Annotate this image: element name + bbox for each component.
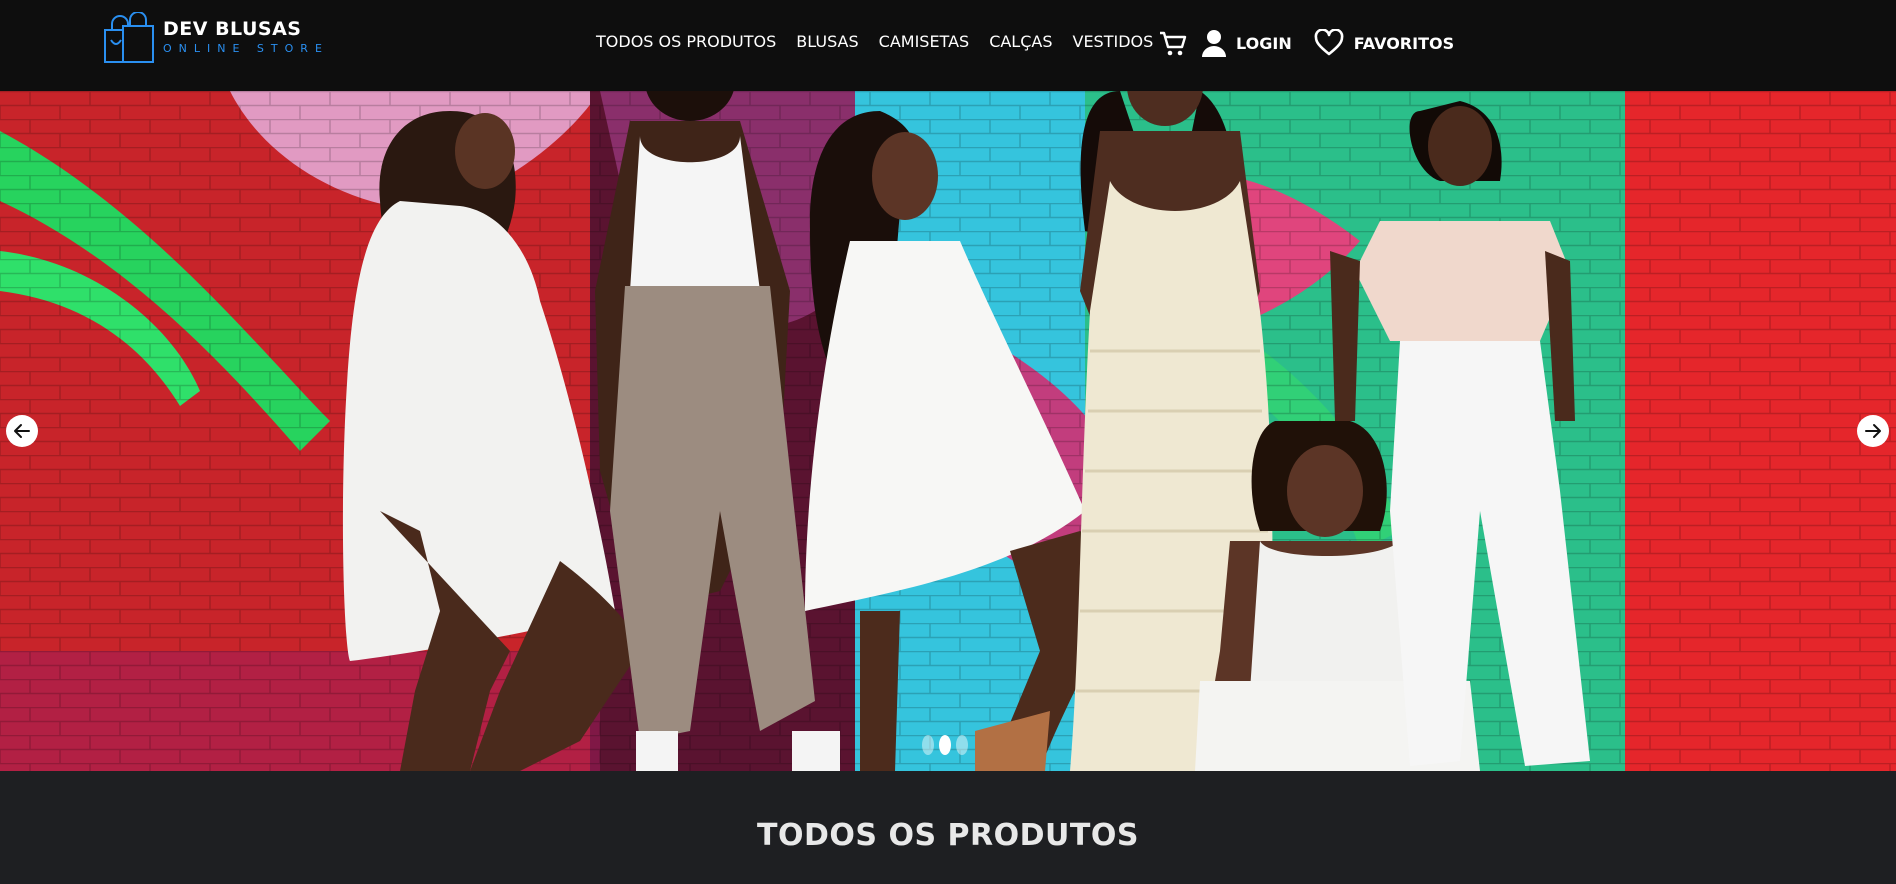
nav-item-vestidos[interactable]: VESTIDOS [1073,30,1154,54]
arrow-right-icon [1865,424,1881,438]
favorites-button[interactable]: FAVORITOS [1314,29,1454,57]
nav-item-blusas[interactable]: BLUSAS [796,30,858,54]
carousel-dot-2[interactable] [939,735,951,755]
site-header: DEV BLUSAS ONLINE STORE TODOS OS PRODUTO… [0,0,1896,91]
arrow-left-icon [14,424,30,438]
brand-logo[interactable]: DEV BLUSAS ONLINE STORE [103,12,329,64]
header-actions: LOGIN FAVORITOS [1158,28,1454,58]
cart-icon [1160,31,1187,56]
brand-name: DEV BLUSAS [163,18,302,40]
main-nav: TODOS OS PRODUTOS BLUSAS CAMISETAS CALÇA… [596,30,1153,54]
hero-carousel [0,91,1896,771]
nav-item-todos-os-produtos[interactable]: TODOS OS PRODUTOS [596,30,776,54]
hero-image [0,91,1896,771]
favorites-label: FAVORITOS [1353,33,1455,53]
cart-button[interactable] [1158,28,1188,58]
brand-tagline: ONLINE STORE [163,42,329,55]
nav-item-calcas[interactable]: CALÇAS [989,30,1052,54]
carousel-indicators [922,735,968,755]
nav-item-camisetas[interactable]: CAMISETAS [879,30,970,54]
carousel-dot-3[interactable] [956,735,968,755]
shopping-bags-icon [104,12,154,63]
login-label: LOGIN [1236,33,1292,53]
heart-icon [1314,29,1344,56]
login-button[interactable]: LOGIN [1200,28,1292,58]
carousel-dot-1[interactable] [922,735,934,755]
user-icon [1202,30,1226,57]
carousel-next-button[interactable] [1857,415,1889,447]
carousel-prev-button[interactable] [6,415,38,447]
brand-text: DEV BLUSAS ONLINE STORE [163,18,329,58]
section-title: TODOS OS PRODUTOS [757,818,1139,853]
